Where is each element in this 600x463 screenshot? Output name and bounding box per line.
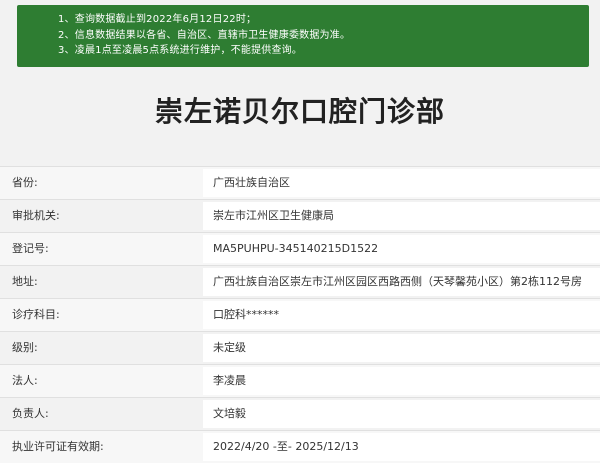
- address-label: 地址:: [12, 275, 38, 288]
- row-legal-person: 法人: 李凌晨: [0, 364, 600, 397]
- row-departments: 诊疗科目: 口腔科******: [0, 298, 600, 331]
- notice-line-3: 3、凌晨1点至凌晨5点系统进行维护，不能提供查询。: [58, 45, 303, 56]
- legal-person-value: 李凌晨: [213, 374, 246, 387]
- row-approval-authority: 审批机关: 崇左市江州区卫生健康局: [0, 199, 600, 232]
- level-label: 级别:: [12, 341, 38, 354]
- level-value-cell: 未定级: [203, 334, 600, 362]
- license-validity-label: 执业许可证有效期:: [12, 440, 104, 453]
- row-person-in-charge: 负责人: 文培毅: [0, 397, 600, 430]
- legal-person-value-cell: 李凌晨: [203, 367, 600, 395]
- notice-line-1: 1、查询数据截止到2022年6月12日22时；: [58, 14, 257, 25]
- address-value-cell: 广西壮族自治区崇左市江州区园区西路西侧（天琴馨苑小区）第2栋112号房: [203, 268, 600, 296]
- person-in-charge-label: 负责人:: [12, 407, 49, 420]
- legal-person-label: 法人:: [12, 374, 38, 387]
- province-label: 省份:: [12, 176, 38, 189]
- clinic-title: 崇左诺贝尔口腔门诊部: [154, 95, 445, 128]
- registration-number-label: 登记号:: [12, 242, 49, 255]
- departments-value-cell: 口腔科******: [203, 301, 600, 329]
- row-registration-number: 登记号: MA5PUHPU-345140215D1522: [0, 232, 600, 265]
- approval-authority-value-cell: 崇左市江州区卫生健康局: [203, 202, 600, 230]
- row-license-validity: 执业许可证有效期: 2022/4/20 -至- 2025/12/13: [0, 430, 600, 463]
- row-level: 级别: 未定级: [0, 331, 600, 364]
- notice-banner: 1、查询数据截止到2022年6月12日22时； 2、信息数据结果以各省、自治区、…: [17, 5, 589, 67]
- license-validity-value-cell: 2022/4/20 -至- 2025/12/13: [203, 433, 600, 461]
- departments-label: 诊疗科目:: [12, 308, 60, 321]
- province-value: 广西壮族自治区: [213, 176, 290, 189]
- registration-number-value: MA5PUHPU-345140215D1522: [213, 242, 379, 255]
- person-in-charge-value: 文培毅: [213, 407, 246, 420]
- approval-authority-label: 审批机关:: [12, 209, 60, 222]
- registration-number-value-cell: MA5PUHPU-345140215D1522: [203, 235, 600, 263]
- person-in-charge-value-cell: 文培毅: [203, 400, 600, 428]
- level-value: 未定级: [213, 341, 246, 354]
- info-table: 省份: 广西壮族自治区 审批机关: 崇左市江州区卫生健康局 登记号: MA5PU…: [0, 166, 600, 463]
- license-validity-value: 2022/4/20 -至- 2025/12/13: [213, 440, 359, 453]
- departments-value: 口腔科******: [213, 308, 279, 321]
- row-address: 地址: 广西壮族自治区崇左市江州区园区西路西侧（天琴馨苑小区）第2栋112号房: [0, 265, 600, 298]
- address-value: 广西壮族自治区崇左市江州区园区西路西侧（天琴馨苑小区）第2栋112号房: [213, 275, 582, 288]
- province-value-cell: 广西壮族自治区: [203, 169, 600, 197]
- approval-authority-value: 崇左市江州区卫生健康局: [213, 209, 334, 222]
- notice-line-2: 2、信息数据结果以各省、自治区、直辖市卫生健康委数据为准。: [58, 29, 351, 41]
- row-province: 省份: 广西壮族自治区: [0, 166, 600, 199]
